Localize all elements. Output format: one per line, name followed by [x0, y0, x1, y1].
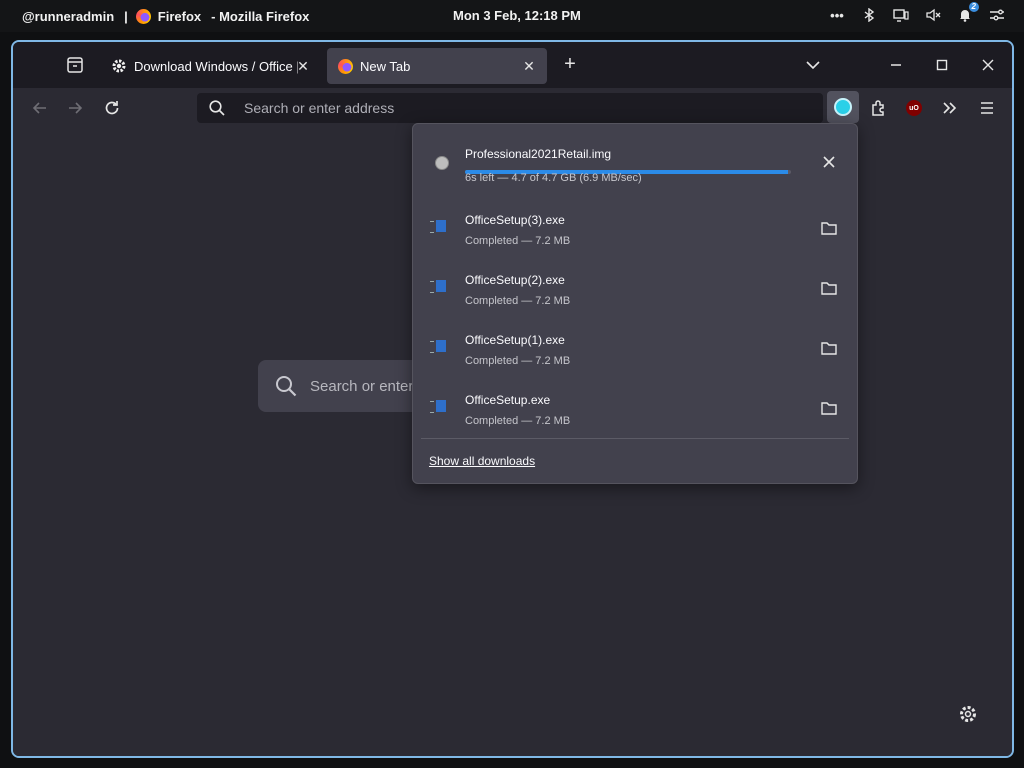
notifications-icon[interactable]: 2 [956, 2, 979, 24]
close-window-button[interactable] [977, 54, 999, 76]
firefox-icon [135, 8, 151, 24]
list-all-tabs-icon[interactable] [803, 56, 823, 74]
download-filename: OfficeSetup(3).exe [465, 213, 565, 227]
download-item[interactable]: OfficeSetup(2).exe Completed — 7.2 MB [413, 260, 857, 318]
more-tools-icon[interactable] [939, 97, 961, 119]
divider [421, 438, 849, 439]
reload-button[interactable] [101, 97, 123, 119]
close-icon[interactable]: ✕ [521, 58, 537, 74]
new-tab-button[interactable]: + [559, 54, 581, 76]
display-icon[interactable] [892, 6, 910, 24]
volume-muted-icon[interactable] [924, 6, 942, 24]
maximize-button[interactable] [931, 54, 953, 76]
download-status: Completed — 7.2 MB [465, 295, 571, 307]
gear-icon[interactable] [958, 704, 978, 724]
show-all-downloads-link[interactable]: Show all downloads [429, 454, 535, 468]
folder-icon[interactable] [819, 278, 839, 298]
navigation-toolbar: uO [13, 88, 1012, 128]
more-icon[interactable]: ••• [828, 6, 846, 24]
search-icon [208, 99, 226, 117]
extensions-icon[interactable] [868, 97, 890, 119]
active-window-title: - Mozilla Firefox [211, 8, 310, 24]
ublock-origin-icon[interactable]: uO [903, 97, 925, 119]
download-filename: Professional2021Retail.img [465, 147, 612, 161]
download-item[interactable]: OfficeSetup(3).exe Completed — 7.2 MB [413, 200, 857, 258]
minimize-button[interactable] [885, 54, 907, 76]
clock[interactable]: Mon 3 Feb, 12:18 PM [453, 8, 581, 23]
download-item[interactable]: OfficeSetup(1).exe Completed — 7.2 MB [413, 320, 857, 378]
download-filename: OfficeSetup(2).exe [465, 273, 565, 287]
window-title-text: Mozilla Firefox [219, 8, 310, 24]
close-icon[interactable]: ✕ [295, 58, 311, 74]
download-status: Completed — 7.2 MB [465, 355, 571, 367]
download-filename: OfficeSetup(1).exe [465, 333, 565, 347]
quick-settings-icon[interactable] [988, 6, 1006, 24]
bluetooth-icon[interactable] [860, 6, 878, 24]
tab-title: Download Windows / Office | M [134, 58, 298, 74]
download-item-active[interactable]: Professional2021Retail.img 6s left — 4.7… [413, 134, 857, 192]
notification-count-badge: 2 [968, 2, 979, 12]
tab-strip: Download Windows / Office | M ✕ New Tab … [13, 42, 1012, 88]
system-top-bar: @runneradmin | Firefox - Mozilla Firefox… [0, 0, 1024, 32]
exe-file-icon [427, 334, 455, 364]
address-bar[interactable] [197, 93, 823, 123]
address-input[interactable] [244, 100, 784, 116]
download-filename: OfficeSetup.exe [465, 393, 551, 407]
download-item[interactable]: OfficeSetup.exe Completed — 7.2 MB [413, 380, 857, 438]
downloads-button[interactable] [827, 91, 859, 123]
separator: | [124, 8, 128, 24]
folder-icon[interactable] [819, 338, 839, 358]
user-label[interactable]: @runneradmin [22, 9, 114, 24]
firefox-view-icon[interactable] [65, 55, 85, 75]
search-icon [274, 374, 298, 398]
download-progress-indicator [834, 98, 852, 116]
forward-button[interactable] [64, 97, 86, 119]
menu-icon[interactable] [976, 97, 998, 119]
exe-file-icon [427, 274, 455, 304]
gear-icon [111, 58, 127, 74]
download-status: Completed — 7.2 MB [465, 235, 571, 247]
cancel-download-button[interactable] [819, 152, 839, 172]
downloads-panel: Professional2021Retail.img 6s left — 4.7… [412, 123, 858, 484]
exe-file-icon [427, 214, 455, 244]
back-button[interactable] [29, 97, 51, 119]
active-app-name[interactable]: Firefox [158, 9, 201, 24]
system-tray: ••• 2 [828, 2, 1006, 24]
folder-icon[interactable] [819, 218, 839, 238]
download-status: Completed — 7.2 MB [465, 415, 571, 427]
tab-download-windows-office[interactable]: Download Windows / Office | M ✕ [101, 48, 321, 84]
disc-image-file-icon [427, 148, 455, 178]
tab-new-tab[interactable]: New Tab ✕ [327, 48, 547, 84]
folder-icon[interactable] [819, 398, 839, 418]
download-status: 6s left — 4.7 of 4.7 GB (6.9 MB/sec) [465, 172, 642, 184]
tab-title: New Tab [360, 58, 411, 74]
firefox-icon [337, 58, 353, 74]
exe-file-icon [427, 394, 455, 424]
